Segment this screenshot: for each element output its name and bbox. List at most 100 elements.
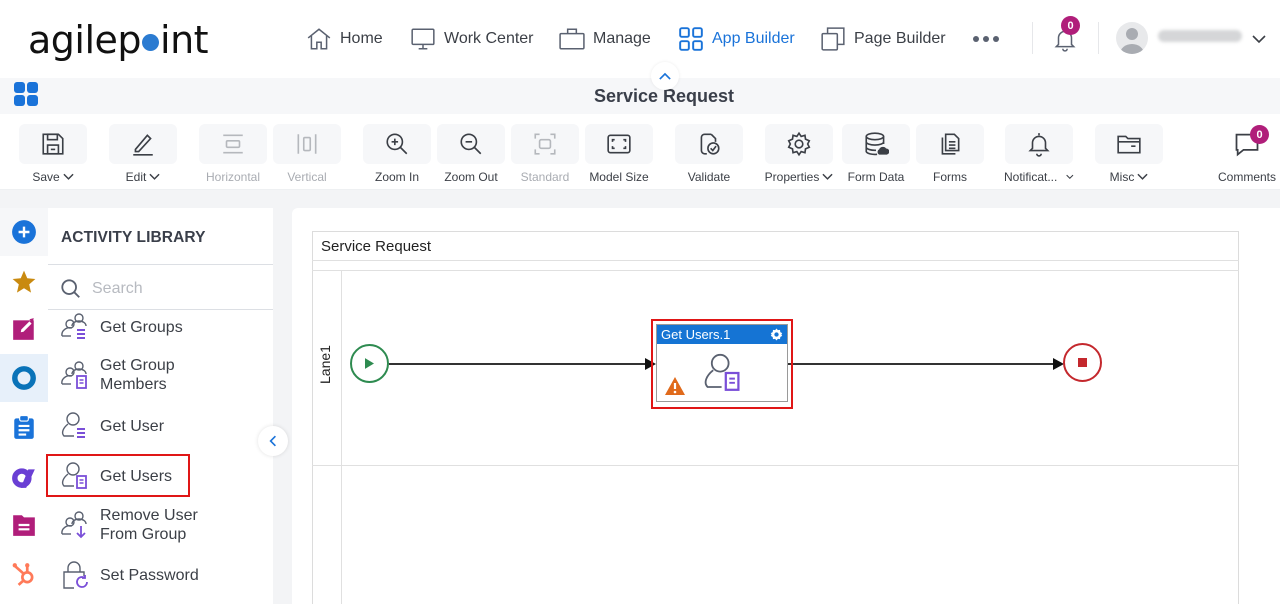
lane-label-divider — [341, 270, 342, 604]
user-avatar-icon[interactable] — [1116, 22, 1148, 54]
forms-label: Forms — [933, 170, 967, 184]
page-title: Service Request — [593, 86, 735, 106]
library-item-get-user[interactable]: Get User — [60, 411, 164, 441]
library-item-label-line2: Members — [100, 376, 167, 393]
clipboard-icon — [14, 415, 34, 439]
nav-manage[interactable]: Manage — [559, 22, 651, 56]
search-icon — [61, 279, 80, 298]
library-item-label: Get Groups — [100, 318, 183, 336]
library-item-remove-user-from-group[interactable]: Remove User From Group — [60, 506, 198, 544]
comments-button[interactable]: Comments — [1212, 124, 1280, 184]
forms-icon — [941, 133, 960, 155]
pool-title[interactable]: Service Request — [321, 238, 431, 255]
library-item-get-groups[interactable]: Get Groups — [60, 312, 183, 342]
chevron-down-icon — [1252, 35, 1266, 44]
edit-button[interactable]: Edit — [108, 124, 178, 184]
standard-size-icon — [534, 133, 556, 155]
lane-top-border — [312, 270, 1239, 271]
rail-item-hubspot[interactable] — [0, 550, 48, 598]
zoom-in-button[interactable]: Zoom In — [362, 124, 432, 184]
comments-count-badge: 0 — [1250, 125, 1269, 144]
get-group-members-icon — [61, 361, 87, 389]
agilepoint-logo[interactable]: agilep int — [28, 18, 209, 62]
chevron-down-icon — [1137, 173, 1148, 180]
username-redacted — [1158, 30, 1242, 42]
divider — [48, 309, 273, 310]
chevron-down-icon — [63, 173, 74, 180]
misc-label: Misc — [1109, 170, 1135, 184]
standard-size-button[interactable]: Standard — [510, 124, 580, 184]
activity-library-panel: ACTIVITY LIBRARY Get Groups Get Group Mem… — [48, 208, 273, 604]
rail-item-system[interactable] — [0, 354, 48, 402]
zoom-in-label: Zoom In — [374, 170, 419, 184]
lane-bottom-border — [312, 465, 1239, 466]
designer-toolbar: Save Edit Horizontal Vertical Zoom In Zo… — [0, 114, 1280, 190]
remove-user-icon — [61, 511, 87, 539]
library-item-get-group-members[interactable]: Get Group Members — [60, 356, 175, 394]
rail-item-favorites[interactable] — [0, 258, 48, 306]
sequence-flow-start-to-activity[interactable] — [389, 363, 647, 365]
logo-text-end: int — [160, 18, 209, 62]
briefcase-icon — [559, 28, 585, 50]
notifications-label: Notificat... — [1004, 170, 1058, 184]
pool-header-divider — [312, 260, 1239, 261]
notifications-toolbar-button[interactable]: Notificat... — [1004, 124, 1074, 184]
vertical-layout-icon — [297, 134, 317, 154]
rail-item-tasks[interactable] — [0, 403, 48, 451]
model-size-button[interactable]: Model Size — [584, 124, 654, 184]
collapse-library-button[interactable] — [258, 426, 288, 456]
folder-icon — [1117, 135, 1141, 154]
save-icon — [42, 133, 64, 155]
nav-home[interactable]: Home — [306, 22, 383, 56]
edit-square-icon — [13, 318, 34, 340]
pencil-icon — [133, 134, 153, 156]
copy-pages-icon — [821, 27, 845, 51]
nav-page-builder[interactable]: Page Builder — [820, 22, 946, 56]
nav-app-builder[interactable]: App Builder — [678, 22, 795, 56]
end-event[interactable] — [1063, 343, 1102, 382]
library-item-label: Remove User — [100, 507, 198, 524]
rail-item-add[interactable] — [0, 208, 48, 256]
pool[interactable] — [312, 231, 1239, 604]
properties-label: Properties — [764, 170, 820, 184]
form-data-button[interactable]: Form Data — [841, 124, 911, 184]
library-item-set-password[interactable]: Set Password — [60, 560, 199, 590]
save-label: Save — [32, 170, 60, 184]
set-password-icon — [63, 561, 88, 589]
forms-button[interactable]: Forms — [915, 124, 985, 184]
user-menu-button[interactable] — [1252, 22, 1266, 56]
library-search-input[interactable] — [92, 280, 242, 298]
library-item-label: Get Group — [100, 357, 175, 374]
misc-button[interactable]: Misc — [1094, 124, 1164, 184]
ai-logo-icon — [12, 468, 35, 488]
collapse-header-button[interactable] — [651, 62, 679, 90]
vertical-label: Vertical — [287, 170, 327, 184]
zoom-out-button[interactable]: Zoom Out — [436, 124, 506, 184]
nav-home-label: Home — [340, 30, 383, 47]
rail-item-documents[interactable] — [0, 501, 48, 549]
chevron-down-icon — [822, 173, 833, 180]
rail-item-forms[interactable] — [0, 305, 48, 353]
edit-label: Edit — [125, 170, 147, 184]
validate-button[interactable]: Validate — [674, 124, 744, 184]
home-icon — [307, 28, 331, 50]
sequence-flow-activity-to-end[interactable] — [788, 363, 1053, 365]
nav-work-center-label: Work Center — [444, 30, 534, 47]
divider — [48, 264, 273, 265]
nav-work-center[interactable]: Work Center — [410, 22, 534, 56]
rail-item-ai[interactable] — [0, 453, 48, 501]
stop-icon — [1078, 358, 1087, 367]
horizontal-layout-icon — [223, 134, 243, 154]
fit-screen-icon — [607, 134, 631, 154]
properties-button[interactable]: Properties — [764, 124, 834, 184]
more-menu-button[interactable] — [972, 22, 1000, 56]
lane-label[interactable]: Lane1 — [317, 345, 333, 384]
get-users-highlight-box — [46, 454, 190, 497]
vertical-layout-button[interactable]: Vertical — [272, 124, 342, 184]
start-event[interactable] — [350, 344, 389, 383]
horizontal-layout-button[interactable]: Horizontal — [198, 124, 268, 184]
activity-highlight-box — [651, 319, 793, 409]
save-button[interactable]: Save — [18, 124, 88, 184]
circle-ring-icon — [12, 366, 36, 390]
play-icon — [365, 358, 374, 369]
